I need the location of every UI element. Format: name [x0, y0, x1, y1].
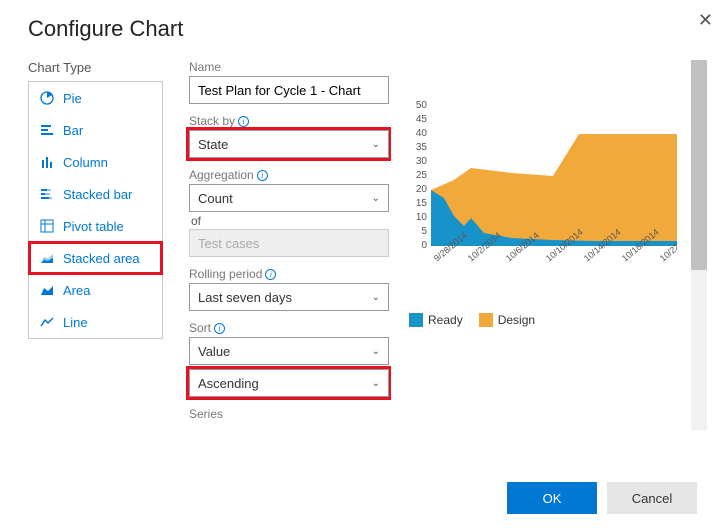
rolling-label: Rolling periodi [189, 267, 391, 281]
stacked-bar-icon [39, 186, 55, 202]
rolling-select[interactable]: Last seven days ⌄ [189, 283, 389, 311]
area-icon [39, 282, 55, 298]
chart-type-stacked-area[interactable]: Stacked area [29, 242, 162, 274]
svg-text:20: 20 [416, 184, 428, 195]
svg-text:45: 45 [416, 114, 428, 125]
chevron-down-icon: ⌄ [372, 193, 380, 204]
info-icon[interactable]: i [265, 269, 276, 280]
name-label: Name [189, 60, 391, 74]
chart-type-column[interactable]: Column [29, 146, 162, 178]
svg-text:10: 10 [416, 212, 428, 223]
close-icon[interactable]: ✕ [698, 10, 713, 31]
aggregation-select[interactable]: Count ⌄ [189, 184, 389, 212]
series-label: Series [189, 407, 391, 421]
chart-type-label-text: Pivot table [63, 219, 124, 234]
svg-text:30: 30 [416, 156, 428, 167]
chart-type-stacked-bar[interactable]: Stacked bar [29, 178, 162, 210]
stackby-label: Stack byi [189, 114, 391, 128]
legend-ready: Ready [409, 313, 463, 327]
info-icon[interactable]: i [257, 170, 268, 181]
chart-settings-form: Name Stack byi State ⌄ Aggregationi Coun… [173, 60, 391, 468]
info-icon[interactable]: i [238, 116, 249, 127]
svg-text:50: 50 [416, 100, 428, 111]
sort-value-select[interactable]: Value ⌄ [189, 337, 389, 365]
column-icon [39, 154, 55, 170]
stacked-area-icon [39, 250, 55, 266]
chart-type-list: Pie Bar Column Stacked bar Pivot table [28, 81, 163, 339]
chart-type-bar[interactable]: Bar [29, 114, 162, 146]
svg-text:5: 5 [421, 226, 427, 237]
aggregation-of-input: Test cases [189, 229, 389, 257]
sort-label: Sorti [189, 321, 391, 335]
cancel-button[interactable]: Cancel [607, 482, 697, 514]
chart-preview-panel: 504540 353025 201510 50 9/28/2014 10/2/2… [391, 60, 707, 468]
chart-type-label-text: Pie [63, 91, 82, 106]
chart-type-label-text: Stacked bar [63, 187, 132, 202]
chart-type-label-text: Area [63, 283, 90, 298]
aggregation-of-label: of [191, 214, 391, 228]
chart-type-label-text: Line [63, 315, 88, 330]
svg-text:40: 40 [416, 128, 428, 139]
dialog-footer: OK Cancel [28, 468, 707, 528]
chevron-down-icon: ⌄ [372, 139, 380, 150]
chart-type-label-text: Stacked area [63, 251, 140, 266]
pie-icon [39, 90, 55, 106]
svg-text:15: 15 [416, 198, 428, 209]
sort-direction-select[interactable]: Ascending ⌄ [189, 369, 389, 397]
dialog-content: Chart Type Pie Bar Column Stacked bar [28, 60, 707, 468]
svg-text:0: 0 [421, 240, 427, 251]
ok-button[interactable]: OK [507, 482, 597, 514]
stacked-area-chart: 504540 353025 201510 50 9/28/2014 10/2/2… [409, 98, 677, 298]
scrollbar-thumb[interactable] [691, 60, 707, 270]
line-icon [39, 314, 55, 330]
chart-type-pivot-table[interactable]: Pivot table [29, 210, 162, 242]
svg-text:35: 35 [416, 142, 428, 153]
stackby-select[interactable]: State ⌄ [189, 130, 389, 158]
chart-type-label: Chart Type [28, 60, 173, 75]
chart-type-label-text: Column [63, 155, 108, 170]
chart-type-line[interactable]: Line [29, 306, 162, 338]
aggregation-label: Aggregationi [189, 168, 391, 182]
chevron-down-icon: ⌄ [372, 346, 380, 357]
chart-type-label-text: Bar [63, 123, 83, 138]
chart-type-pie[interactable]: Pie [29, 82, 162, 114]
scrollbar[interactable] [691, 60, 707, 430]
bar-icon [39, 122, 55, 138]
name-input[interactable] [189, 76, 389, 104]
chart-type-area[interactable]: Area [29, 274, 162, 306]
legend-design: Design [479, 313, 535, 327]
chart-preview: 504540 353025 201510 50 9/28/2014 10/2/2… [409, 98, 707, 327]
y-axis: 504540 353025 201510 50 [416, 100, 428, 251]
chevron-down-icon: ⌄ [372, 292, 380, 303]
dialog-title: Configure Chart [28, 16, 707, 42]
pivot-table-icon [39, 218, 55, 234]
svg-text:25: 25 [416, 170, 428, 181]
info-icon[interactable]: i [214, 323, 225, 334]
configure-chart-dialog: ✕ Configure Chart Chart Type Pie Bar Col… [0, 0, 727, 528]
chart-legend: Ready Design [409, 313, 707, 327]
chart-type-panel: Chart Type Pie Bar Column Stacked bar [28, 60, 173, 468]
chevron-down-icon: ⌄ [372, 378, 380, 389]
